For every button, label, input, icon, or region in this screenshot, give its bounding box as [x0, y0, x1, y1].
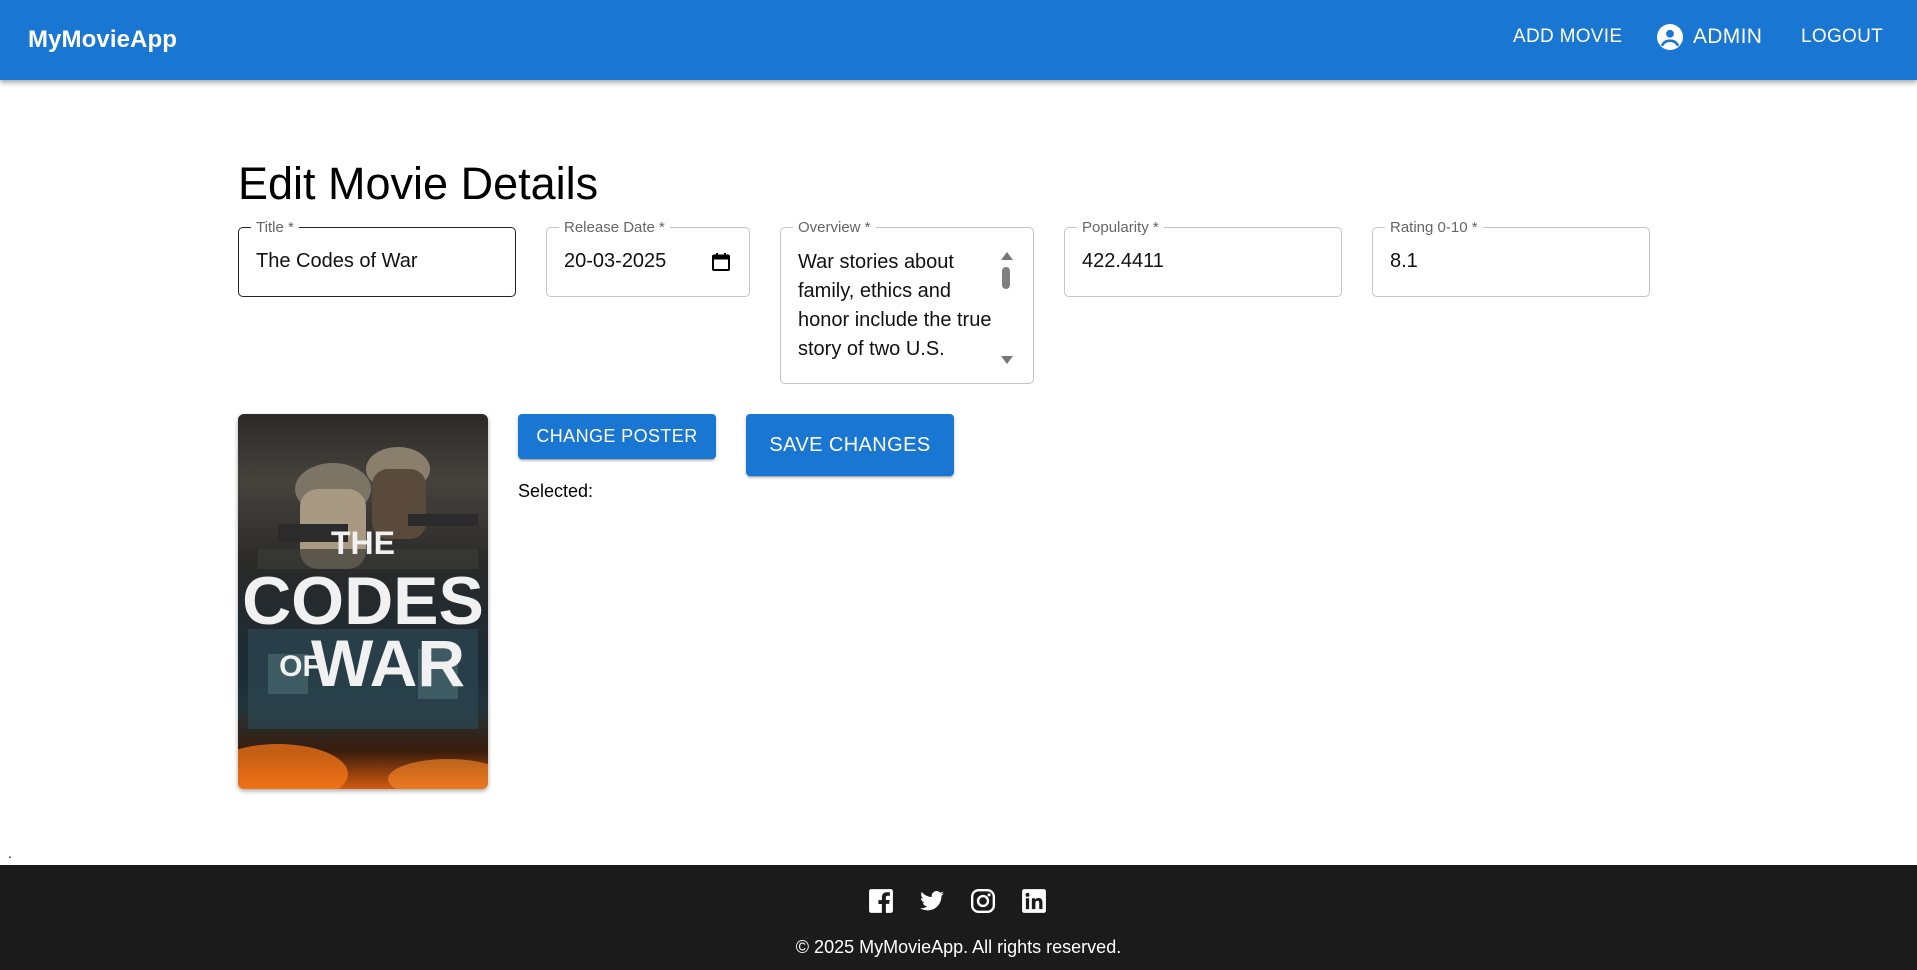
admin-button[interactable]: ADMIN	[1657, 24, 1762, 50]
scroll-up-arrow-icon[interactable]	[1001, 252, 1013, 260]
release-date-field[interactable]: Release Date * 20-03-2025	[546, 219, 750, 297]
rating-label: Rating 0-10 *	[1385, 219, 1483, 236]
release-date-input[interactable]: 20-03-2025	[564, 250, 666, 273]
overview-textarea[interactable]: War stories about family, ethics and hon…	[798, 248, 998, 364]
account-circle-icon	[1657, 24, 1683, 50]
brand-logo[interactable]: MyMovieApp	[28, 26, 177, 54]
linkedin-icon[interactable]	[1021, 888, 1047, 914]
poster-text-the: THE	[331, 525, 395, 561]
twitter-icon[interactable]	[919, 888, 945, 914]
change-poster-button[interactable]: CHANGE POSTER	[518, 414, 716, 459]
overview-scrollbar[interactable]	[999, 250, 1013, 364]
overview-field[interactable]: Overview * War stories about family, eth…	[780, 219, 1034, 384]
logout-button[interactable]: LOGOUT	[1801, 26, 1883, 48]
release-date-label: Release Date *	[559, 219, 670, 236]
admin-label: ADMIN	[1693, 25, 1763, 48]
rating-input[interactable]: 8.1	[1390, 250, 1418, 273]
facebook-icon[interactable]	[868, 888, 894, 914]
movie-poster: THE CODES OF WAR	[238, 414, 488, 789]
popularity-field[interactable]: Popularity * 422.4411	[1064, 219, 1342, 297]
title-input[interactable]: The Codes of War	[256, 250, 418, 273]
overview-label: Overview *	[793, 219, 876, 236]
popularity-input[interactable]: 422.4411	[1082, 250, 1164, 273]
selected-file-label: Selected:	[518, 481, 594, 501]
footer: © 2025 MyMovieApp. All rights reserved.	[0, 865, 1917, 970]
add-movie-button[interactable]: ADD MOVIE	[1513, 26, 1622, 48]
copyright-text: © 2025 MyMovieApp. All rights reserved.	[795, 937, 1122, 957]
popularity-label: Popularity *	[1077, 219, 1164, 236]
instagram-icon[interactable]	[970, 888, 996, 914]
title-field[interactable]: Title * The Codes of War	[238, 219, 516, 297]
stray-dot: .	[8, 845, 12, 861]
scroll-thumb[interactable]	[1002, 267, 1010, 289]
calendar-icon[interactable]	[711, 252, 731, 277]
rating-field[interactable]: Rating 0-10 * 8.1	[1372, 219, 1650, 297]
app-bar: MyMovieApp ADD MOVIE ADMIN LOGOUT	[0, 0, 1917, 80]
page-title: Edit Movie Details	[238, 158, 599, 209]
poster-text-war: WAR	[311, 626, 465, 700]
scroll-down-arrow-icon[interactable]	[1001, 356, 1013, 364]
social-links	[868, 888, 1047, 914]
save-changes-button[interactable]: SAVE CHANGES	[746, 414, 954, 476]
title-label: Title *	[251, 219, 299, 236]
